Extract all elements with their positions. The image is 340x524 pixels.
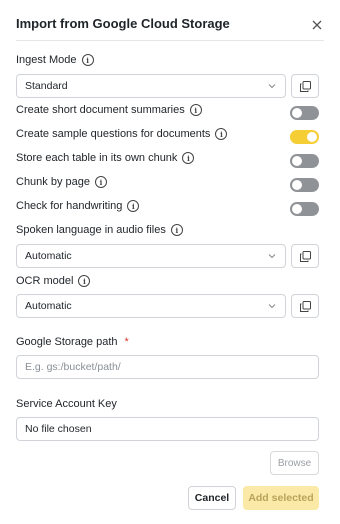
toggle-label-sample-questions: Create sample questions for documents i bbox=[16, 128, 228, 140]
import-dialog: Import from Google Cloud Storage Ingest … bbox=[0, 0, 340, 524]
info-icon[interactable]: i bbox=[78, 275, 91, 287]
close-icon[interactable] bbox=[310, 18, 324, 32]
ingest-mode-value: Standard bbox=[25, 80, 68, 92]
dialog-title: Import from Google Cloud Storage bbox=[16, 16, 230, 31]
copy-button[interactable] bbox=[291, 74, 319, 98]
info-icon[interactable]: i bbox=[189, 104, 202, 116]
cancel-button[interactable]: Cancel bbox=[188, 486, 236, 510]
chevron-down-icon bbox=[268, 304, 276, 309]
toggle-knob bbox=[307, 132, 317, 142]
copy-icon bbox=[299, 300, 311, 312]
toggle-knob bbox=[292, 108, 302, 118]
toggle-table-chunk[interactable] bbox=[290, 154, 319, 168]
copy-button[interactable] bbox=[291, 244, 319, 268]
copy-icon bbox=[299, 250, 311, 262]
required-mark: * bbox=[124, 336, 129, 348]
storage-path-input[interactable]: E.g. gs:/bucket/path/ bbox=[16, 355, 319, 379]
info-icon[interactable]: i bbox=[95, 176, 107, 188]
info-icon[interactable]: i bbox=[81, 54, 94, 66]
toggle-sample-questions[interactable] bbox=[290, 130, 319, 144]
info-icon[interactable]: i bbox=[215, 128, 228, 140]
chevron-down-icon bbox=[268, 84, 276, 89]
toggle-label-table-chunk: Store each table in its own chunk i bbox=[16, 152, 195, 164]
toggle-knob bbox=[292, 156, 302, 166]
browse-button[interactable]: Browse bbox=[270, 451, 319, 475]
file-status: No file chosen bbox=[25, 423, 92, 435]
ocr-model-select[interactable]: Automatic bbox=[16, 294, 286, 318]
service-account-file-field[interactable]: No file chosen bbox=[16, 417, 319, 441]
toggle-label-chunk-by-page: Chunk by page i bbox=[16, 176, 107, 188]
service-account-label: Service Account Key bbox=[16, 398, 117, 410]
info-icon[interactable]: i bbox=[170, 224, 183, 236]
copy-button[interactable] bbox=[291, 294, 319, 318]
toggle-label-summaries: Create short document summaries i bbox=[16, 104, 202, 116]
toggle-handwriting[interactable] bbox=[290, 202, 319, 216]
chevron-down-icon bbox=[268, 254, 276, 259]
toggle-label-handwriting: Check for handwriting i bbox=[16, 200, 140, 212]
ingest-mode-select[interactable]: Standard bbox=[16, 74, 286, 98]
toggle-knob bbox=[292, 180, 302, 190]
storage-path-placeholder: E.g. gs:/bucket/path/ bbox=[25, 361, 121, 373]
spoken-language-select[interactable]: Automatic bbox=[16, 244, 286, 268]
toggle-chunk-by-page[interactable] bbox=[290, 178, 319, 192]
spoken-language-value: Automatic bbox=[25, 250, 72, 262]
info-icon[interactable]: i bbox=[182, 152, 195, 164]
copy-icon bbox=[299, 80, 311, 92]
ingest-mode-label: Ingest Mode i bbox=[16, 54, 94, 66]
title-divider bbox=[16, 40, 324, 41]
ocr-model-value: Automatic bbox=[25, 300, 72, 312]
spoken-language-label: Spoken language in audio files i bbox=[16, 224, 183, 236]
storage-path-label: Google Storage path * bbox=[16, 336, 129, 348]
add-selected-button[interactable]: Add selected bbox=[243, 486, 319, 510]
toggle-summaries[interactable] bbox=[290, 106, 319, 120]
info-icon[interactable]: i bbox=[127, 200, 140, 212]
ocr-model-label: OCR model i bbox=[16, 275, 91, 287]
toggle-knob bbox=[292, 204, 302, 214]
